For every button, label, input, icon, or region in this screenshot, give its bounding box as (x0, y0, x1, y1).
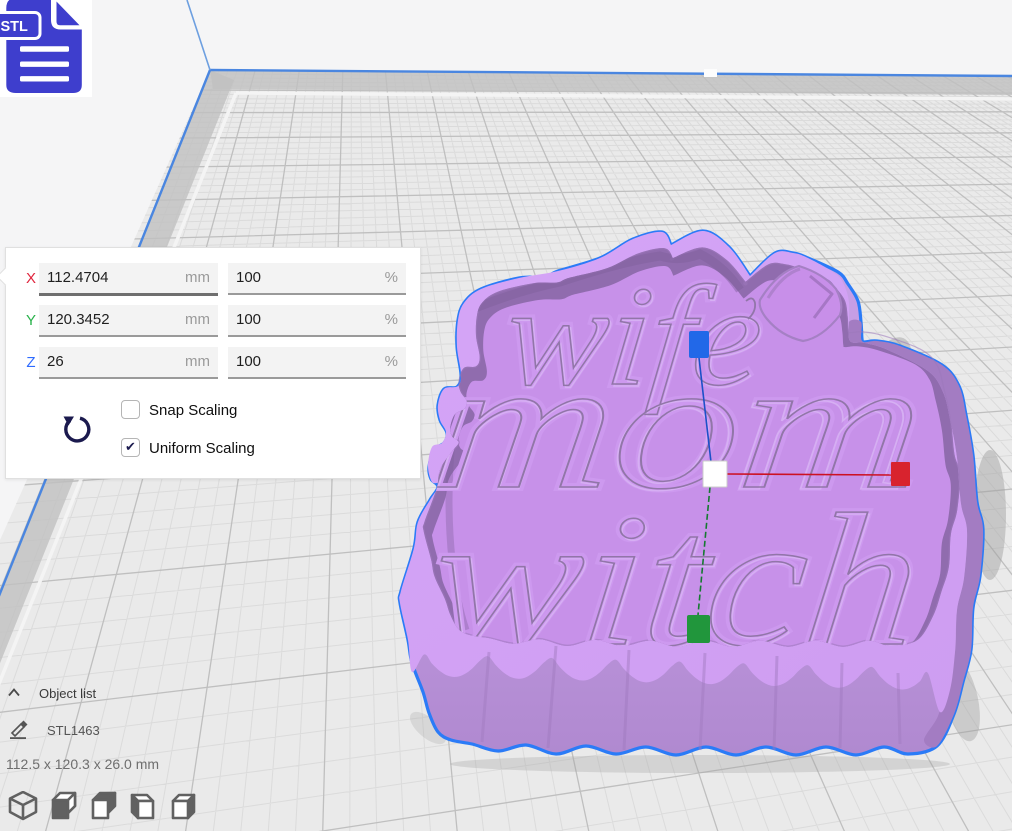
svg-text:STL: STL (1, 19, 29, 35)
